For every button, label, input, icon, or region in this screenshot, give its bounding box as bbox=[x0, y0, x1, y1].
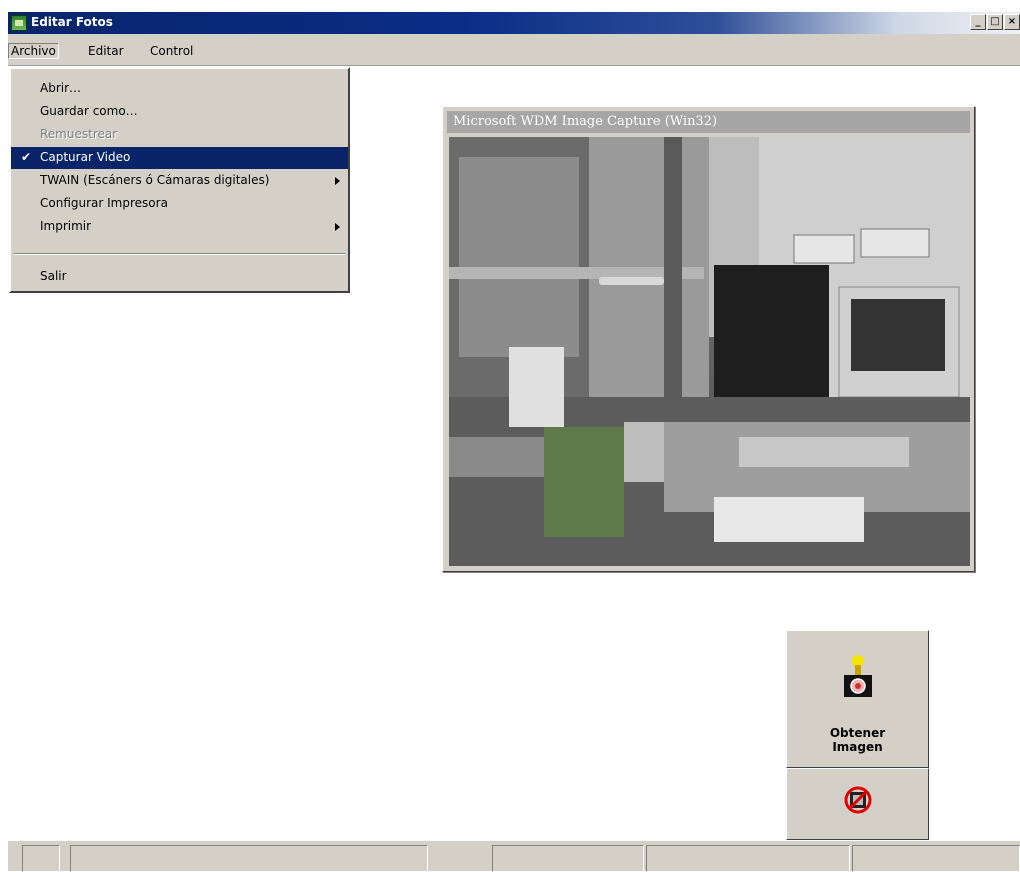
menu-item-twain[interactable]: TWAIN (Escáners ó Cámaras digitales) bbox=[11, 170, 348, 192]
submenu-arrow-icon bbox=[335, 177, 340, 185]
minimize-button[interactable]: _ bbox=[970, 14, 986, 30]
window-controls: _ □ × bbox=[970, 14, 1020, 30]
menu-item-label: TWAIN (Escáners ó Cámaras digitales) bbox=[40, 173, 270, 187]
status-panel-5 bbox=[852, 845, 1020, 872]
menu-item-guardar-como[interactable]: Guardar como… bbox=[11, 101, 348, 123]
menu-archivo[interactable]: Archivo bbox=[8, 43, 59, 59]
menu-item-abrir[interactable]: Abrir… bbox=[11, 78, 348, 100]
menu-item-label: Salir bbox=[40, 269, 67, 283]
menu-item-salir[interactable]: Salir bbox=[11, 266, 348, 288]
submenu-arrow-icon bbox=[335, 223, 340, 231]
title-bar: Editar Fotos _ □ × bbox=[8, 12, 1020, 34]
obtener-imagen-line1: Obtener bbox=[787, 726, 928, 740]
stop-video-button[interactable] bbox=[786, 768, 929, 840]
checkmark-icon: ✔ bbox=[21, 150, 32, 164]
no-video-icon bbox=[844, 786, 872, 814]
menu-item-label: Remuestrear bbox=[40, 127, 118, 141]
menu-item-label: Imprimir bbox=[40, 219, 92, 233]
capture-window: Microsoft WDM Image Capture (Win32) bbox=[442, 106, 975, 572]
camera-icon bbox=[844, 655, 872, 697]
obtener-imagen-line2: Imagen bbox=[787, 740, 928, 754]
status-panel-1 bbox=[22, 845, 60, 872]
status-panel-2 bbox=[70, 845, 428, 872]
menu-item-label: Abrir… bbox=[40, 81, 82, 95]
archivo-dropdown: Abrir… Guardar como… Remuestrear ✔ Captu… bbox=[9, 67, 350, 293]
menu-item-remuestrear: Remuestrear bbox=[11, 124, 348, 146]
obtener-imagen-text1: Obtener bbox=[829, 726, 886, 740]
maximize-button[interactable]: □ bbox=[987, 14, 1003, 30]
menu-item-capturar-video[interactable]: ✔ Capturar Video bbox=[11, 147, 348, 169]
menu-editar[interactable]: Editar bbox=[88, 44, 124, 58]
status-panel-3 bbox=[492, 845, 644, 872]
menu-bar: Archivo Editar Control bbox=[8, 34, 1020, 66]
close-button[interactable]: × bbox=[1004, 14, 1020, 30]
video-preview bbox=[449, 137, 970, 566]
menu-item-label: Capturar Video bbox=[40, 150, 131, 164]
status-bar bbox=[8, 840, 1020, 872]
capture-window-title[interactable]: Microsoft WDM Image Capture (Win32) bbox=[447, 111, 970, 133]
window-title: Editar Fotos bbox=[31, 15, 113, 29]
obtener-imagen-text2: Imagen bbox=[832, 740, 883, 754]
app-icon[interactable] bbox=[11, 15, 27, 31]
status-panel-4 bbox=[646, 845, 850, 872]
menu-item-imprimir[interactable]: Imprimir bbox=[11, 216, 348, 238]
menu-item-label: Configurar Impresora bbox=[40, 196, 168, 210]
menu-item-configurar-impresora[interactable]: Configurar Impresora bbox=[11, 193, 348, 215]
obtener-imagen-button[interactable]: Obtener Imagen bbox=[786, 630, 929, 768]
menu-separator bbox=[14, 253, 345, 255]
menu-control[interactable]: Control bbox=[150, 44, 193, 58]
menu-item-label: Guardar como… bbox=[40, 104, 138, 118]
